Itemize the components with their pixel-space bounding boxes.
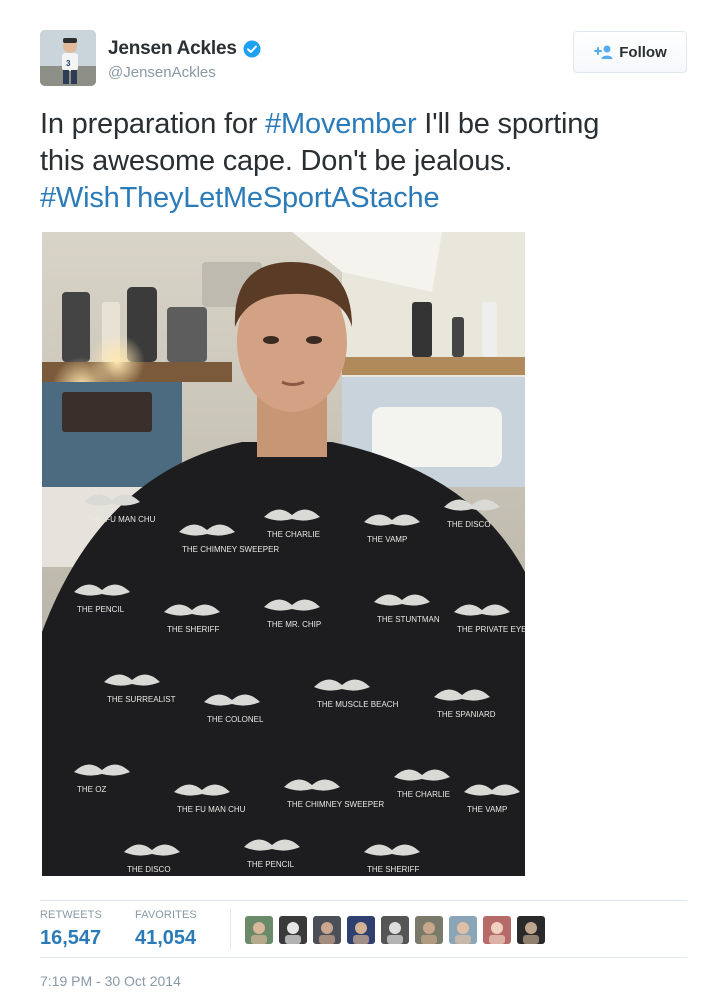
cape-label: THE FU MAN CHU xyxy=(177,805,246,814)
tweet-text-segment: this awesome cape. Don't be jealous. xyxy=(40,145,513,177)
add-user-icon xyxy=(594,45,613,59)
favoriter-avatars xyxy=(245,916,545,944)
tweet-text-segment: In preparation for xyxy=(40,108,266,140)
retweets-count: 16,547 xyxy=(40,927,102,949)
cape-label: THE DISCO xyxy=(127,865,171,874)
tweet-line: In preparation for #Movember I'll be spo… xyxy=(40,106,700,143)
favoriter-avatar[interactable] xyxy=(517,916,545,944)
favoriter-avatar[interactable] xyxy=(449,916,477,944)
user-name[interactable]: Jensen Ackles xyxy=(108,38,237,60)
cape-label: THE OZ xyxy=(77,785,106,794)
retweets-label: RETWEETS xyxy=(40,909,102,921)
retweets-stat[interactable]: RETWEETS 16,547 xyxy=(40,909,102,950)
favoriter-avatar[interactable] xyxy=(279,916,307,944)
cape-label: THE PENCIL xyxy=(77,605,125,614)
user-handle[interactable]: @JensenAckles xyxy=(108,64,216,81)
tweet-line: #WishTheyLetMeSportAStache xyxy=(40,180,700,217)
cape-label: THE MR. CHIP xyxy=(267,620,321,629)
tweet-timestamp[interactable]: 7:19 PM - 30 Oct 2014 xyxy=(40,973,181,989)
favoriter-avatar[interactable] xyxy=(415,916,443,944)
verified-badge-icon xyxy=(243,40,261,58)
favorites-stat[interactable]: FAVORITES 41,054 xyxy=(135,909,197,950)
cape-label: THE VAMP xyxy=(467,805,507,814)
hashtag-movember[interactable]: #Movember xyxy=(265,108,417,140)
cape-label: THE STUNTMAN xyxy=(377,615,440,624)
svg-text:3: 3 xyxy=(66,59,71,68)
cape-label: THE PENCIL xyxy=(247,860,295,869)
cape-label: THE VAMP xyxy=(367,535,407,544)
cape-label: THE SHERIFF xyxy=(167,625,220,634)
favoriter-avatar[interactable] xyxy=(483,916,511,944)
cape-label: THE FU MAN CHU xyxy=(87,515,156,524)
cape-label: THE CHARLIE xyxy=(267,530,320,539)
cape-label: THE DISCO xyxy=(447,520,491,529)
cape-label: THE PRIVATE EYE xyxy=(457,625,525,634)
cape-label: THE COLONEL xyxy=(207,715,264,724)
tweet-text: In preparation for #Movember I'll be spo… xyxy=(40,106,700,217)
profile-avatar[interactable]: 3 xyxy=(40,30,96,86)
tweet-text-segment: I'll be sporting xyxy=(416,108,600,140)
hashtag-wishtheyletmesportastache[interactable]: #WishTheyLetMeSportAStache xyxy=(40,182,440,214)
follow-button[interactable]: Follow xyxy=(573,31,687,73)
favoriter-avatar[interactable] xyxy=(381,916,409,944)
favorites-label: FAVORITES xyxy=(135,909,197,921)
cape-label: THE CHARLIE xyxy=(397,790,450,799)
tweet-photo[interactable]: THE FU MAN CHU THE CHIMNEY SWEEPER THE CHA… xyxy=(42,232,525,876)
cape-label: THE CHIMNEY SWEEPER xyxy=(182,545,279,554)
cape-label: THE MUSCLE BEACH xyxy=(317,700,399,709)
cape-label: THE SHERIFF xyxy=(367,865,420,874)
follow-button-label: Follow xyxy=(619,43,667,61)
favoriter-avatar[interactable] xyxy=(347,916,375,944)
cape-label: THE SPANIARD xyxy=(437,710,496,719)
tweet-stats: RETWEETS 16,547 FAVORITES 41,054 xyxy=(40,900,687,958)
favoriter-avatar[interactable] xyxy=(313,916,341,944)
cape-label: THE CHIMNEY SWEEPER xyxy=(287,800,384,809)
cape-label: THE SURREALIST xyxy=(107,695,176,704)
stats-divider xyxy=(230,909,231,949)
favorites-count: 41,054 xyxy=(135,927,197,949)
tweet-line: this awesome cape. Don't be jealous. xyxy=(40,143,700,180)
favoriter-avatar[interactable] xyxy=(245,916,273,944)
